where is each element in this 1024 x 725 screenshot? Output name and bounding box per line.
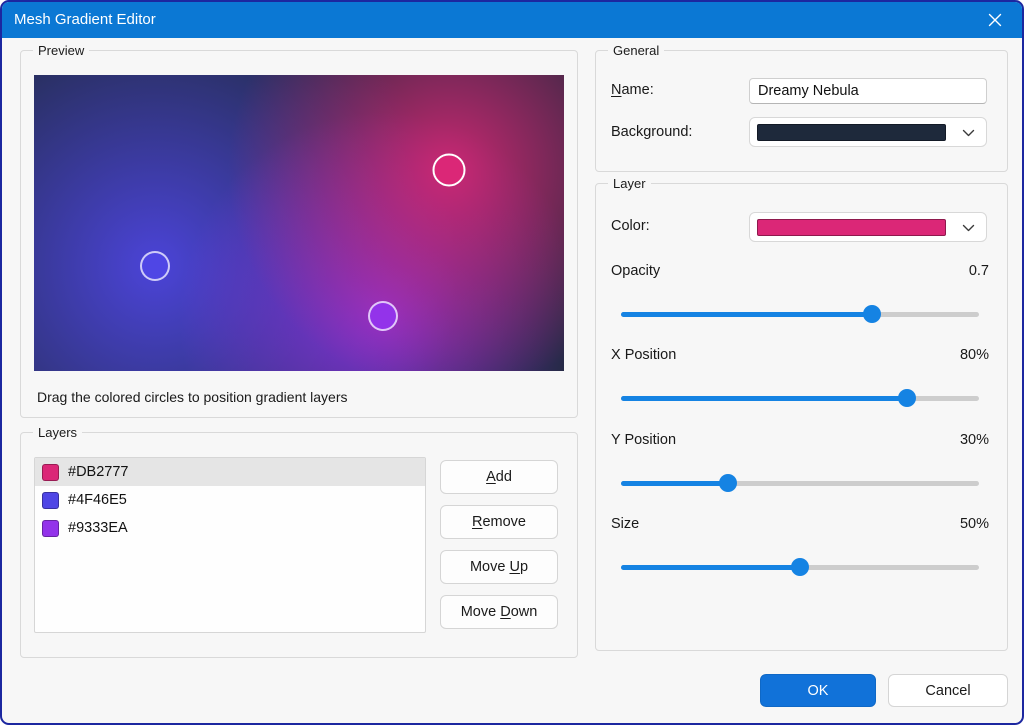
opacity-value: 0.7 bbox=[969, 263, 989, 279]
x-position-label: X Position bbox=[611, 347, 676, 363]
slider-thumb[interactable] bbox=[719, 474, 737, 492]
general-group-label: General bbox=[608, 42, 664, 59]
layers-listbox[interactable]: #DB2777 #4F46E5 #9333EA bbox=[34, 457, 426, 633]
layer-hex-label: #DB2777 bbox=[68, 464, 128, 480]
close-button[interactable] bbox=[982, 10, 1008, 30]
mesh-gradient-editor-dialog: Mesh Gradient Editor Preview Drag the co… bbox=[0, 0, 1024, 725]
preview-hint-text: Drag the colored circles to position gra… bbox=[37, 389, 348, 405]
layer-group: Layer Color: Opacity 0.7 X Position 80% … bbox=[595, 183, 1008, 651]
layer-list-item[interactable]: #4F46E5 bbox=[35, 486, 425, 514]
background-color-dropdown[interactable] bbox=[749, 117, 987, 147]
layer-color-dropdown-swatch bbox=[757, 219, 946, 236]
layer-group-label: Layer bbox=[608, 175, 651, 192]
color-label: Color: bbox=[611, 218, 650, 234]
titlebar: Mesh Gradient Editor bbox=[2, 2, 1022, 38]
layers-group-label: Layers bbox=[33, 424, 82, 441]
layer-list-item[interactable]: #DB2777 bbox=[35, 458, 425, 486]
preview-group: Preview Drag the colored circles to posi… bbox=[20, 50, 578, 418]
ok-button[interactable]: OK bbox=[760, 674, 876, 707]
gradient-handle-indigo[interactable] bbox=[140, 251, 170, 281]
layer-color-swatch bbox=[42, 464, 59, 481]
size-label: Size bbox=[611, 516, 639, 532]
chevron-down-icon bbox=[962, 224, 975, 233]
layer-list-item[interactable]: #9333EA bbox=[35, 514, 425, 542]
layer-color-swatch bbox=[42, 492, 59, 509]
slider-fill bbox=[621, 481, 728, 486]
preview-group-label: Preview bbox=[33, 42, 89, 59]
x-position-slider[interactable] bbox=[621, 389, 979, 407]
slider-fill bbox=[621, 396, 907, 401]
slider-thumb[interactable] bbox=[791, 558, 809, 576]
slider-fill bbox=[621, 565, 800, 570]
gradient-preview-canvas[interactable] bbox=[34, 75, 564, 371]
slider-fill bbox=[621, 312, 872, 317]
chevron-down-icon bbox=[962, 129, 975, 138]
opacity-label: Opacity bbox=[611, 263, 660, 279]
y-position-label: Y Position bbox=[611, 432, 676, 448]
move-down-button[interactable]: Move Down bbox=[440, 595, 558, 629]
gradient-handle-purple[interactable] bbox=[368, 301, 398, 331]
layer-hex-label: #9333EA bbox=[68, 520, 128, 536]
window-title: Mesh Gradient Editor bbox=[14, 2, 156, 38]
gradient-handle-pink[interactable] bbox=[432, 153, 465, 186]
layer-color-swatch bbox=[42, 520, 59, 537]
name-input[interactable] bbox=[749, 78, 987, 104]
cancel-button[interactable]: Cancel bbox=[888, 674, 1008, 707]
name-label: Name: bbox=[611, 82, 654, 98]
move-up-button[interactable]: Move Up bbox=[440, 550, 558, 584]
layer-color-dropdown[interactable] bbox=[749, 212, 987, 242]
layers-group: Layers #DB2777 #4F46E5 #9333EA Add Remov… bbox=[20, 432, 578, 658]
slider-thumb[interactable] bbox=[863, 305, 881, 323]
x-position-value: 80% bbox=[960, 347, 989, 363]
y-position-slider[interactable] bbox=[621, 474, 979, 492]
y-position-value: 30% bbox=[960, 432, 989, 448]
general-group: General Name: Background: bbox=[595, 50, 1008, 172]
size-slider[interactable] bbox=[621, 558, 979, 576]
background-color-swatch bbox=[757, 124, 946, 141]
remove-button[interactable]: Remove bbox=[440, 505, 558, 539]
add-button[interactable]: Add bbox=[440, 460, 558, 494]
opacity-slider[interactable] bbox=[621, 305, 979, 323]
size-value: 50% bbox=[960, 516, 989, 532]
background-label: Background: bbox=[611, 124, 692, 140]
close-icon bbox=[988, 13, 1002, 27]
slider-thumb[interactable] bbox=[898, 389, 916, 407]
layer-hex-label: #4F46E5 bbox=[68, 492, 127, 508]
